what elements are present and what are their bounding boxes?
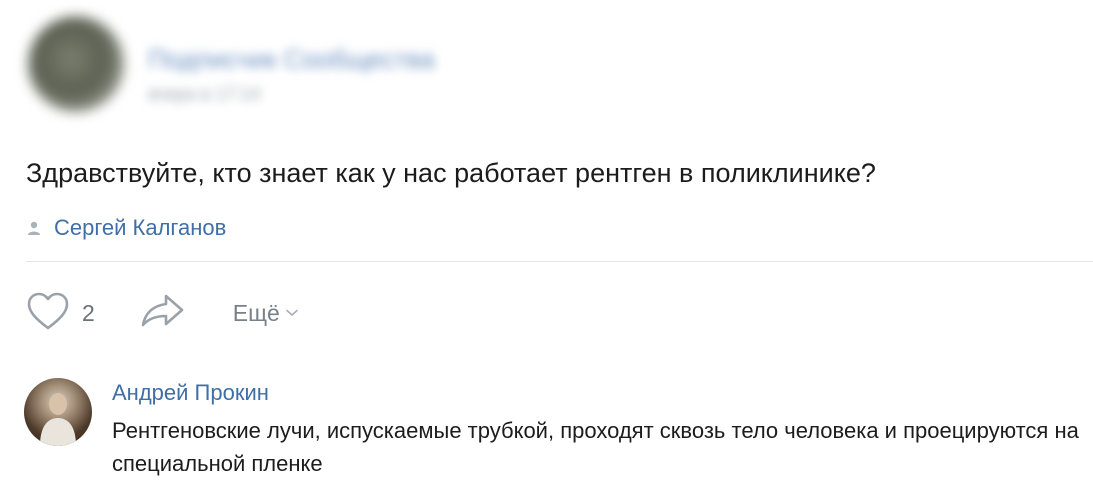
- more-label: Ещё: [232, 299, 280, 326]
- like-button[interactable]: 2: [26, 291, 95, 336]
- heart-icon: [26, 291, 70, 336]
- comment-author-avatar[interactable]: [24, 378, 92, 446]
- post-text: Здравствуйте, кто знает как у нас работа…: [26, 158, 876, 188]
- divider: [26, 261, 1093, 262]
- comment-author-name[interactable]: Андрей Прокин: [112, 380, 269, 406]
- post-signer[interactable]: Сергей Калганов: [26, 214, 226, 242]
- like-count: 2: [82, 299, 95, 326]
- signer-name[interactable]: Сергей Калганов: [54, 215, 226, 241]
- share-arrow-icon: [139, 292, 185, 335]
- comment-text: Рентгеновские лучи, испускаемые трубкой,…: [112, 418, 1079, 476]
- chevron-down-icon: [286, 304, 298, 322]
- share-button[interactable]: [139, 292, 185, 335]
- user-icon: [26, 220, 42, 236]
- post-actions: 2 Ещё: [26, 290, 298, 336]
- post-author-name[interactable]: Подписчик Сообщества: [148, 44, 435, 75]
- comment: Андрей Прокин Рентгеновские лучи, испуск…: [24, 374, 1093, 476]
- author-avatar[interactable]: [28, 16, 124, 112]
- more-button[interactable]: Ещё: [233, 300, 298, 327]
- post-date[interactable]: вчера в 17:14: [148, 84, 261, 105]
- post-header: Подписчик Сообщества вчера в 17:14: [28, 16, 548, 116]
